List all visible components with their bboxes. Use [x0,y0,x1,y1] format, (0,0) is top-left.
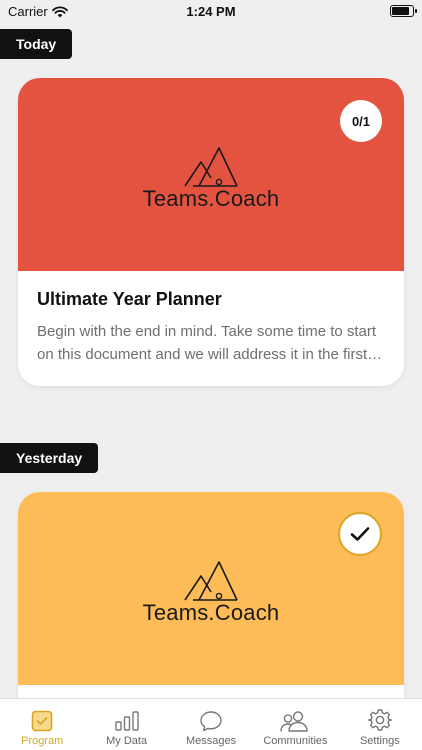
tab-label: Communities [263,735,328,747]
program-card-ultimate-year-planner[interactable]: Teams.Coach 0/1 Ultimate Year Planner Be… [18,78,404,386]
checkmark-icon [350,527,370,541]
teams-coach-logo: Teams.Coach [143,558,280,626]
clock: 1:24 PM [186,4,236,19]
section-label-today: Today [0,29,73,59]
tab-my-data[interactable]: My Data [84,699,168,750]
mountain-logo-icon [184,146,238,187]
tab-messages[interactable]: Messages [169,699,253,750]
bar-chart-icon [114,711,139,731]
tab-label: Messages [185,735,237,747]
logo-text: Teams.Coach [142,185,280,211]
battery-icon [390,5,417,17]
users-icon [280,711,309,732]
card-body: Ultimate Year Planner Begin with the end… [18,271,404,386]
tab-label: My Data [106,735,148,747]
card-hero: Teams.Coach 0/1 [18,78,404,271]
mountain-logo-icon [184,560,238,601]
battery-fill [392,7,410,15]
gear-icon [367,709,392,731]
tab-communities[interactable]: Communities [253,699,337,750]
status-bar: Carrier 1:24 PM [0,0,422,24]
card-title: Ultimate Year Planner [37,289,222,309]
card-hero: Teams.Coach [18,492,404,685]
chat-bubble-icon [200,711,222,732]
program-icon [31,710,53,732]
tab-label: Settings [359,735,400,747]
tab-bar: Program My Data Messages Communities Set… [0,698,422,750]
tab-label: Program [21,735,64,747]
logo-text: Teams.Coach [142,599,280,625]
teams-coach-logo: Teams.Coach [143,144,280,212]
section-label-yesterday: Yesterday [0,443,99,473]
card-description: Begin with the end in mind. Take some ti… [37,323,377,363]
progress-badge: 0/1 [340,100,382,142]
completed-badge [338,512,382,556]
tab-settings[interactable]: Settings [338,699,422,750]
tab-program[interactable]: Program [0,699,84,750]
